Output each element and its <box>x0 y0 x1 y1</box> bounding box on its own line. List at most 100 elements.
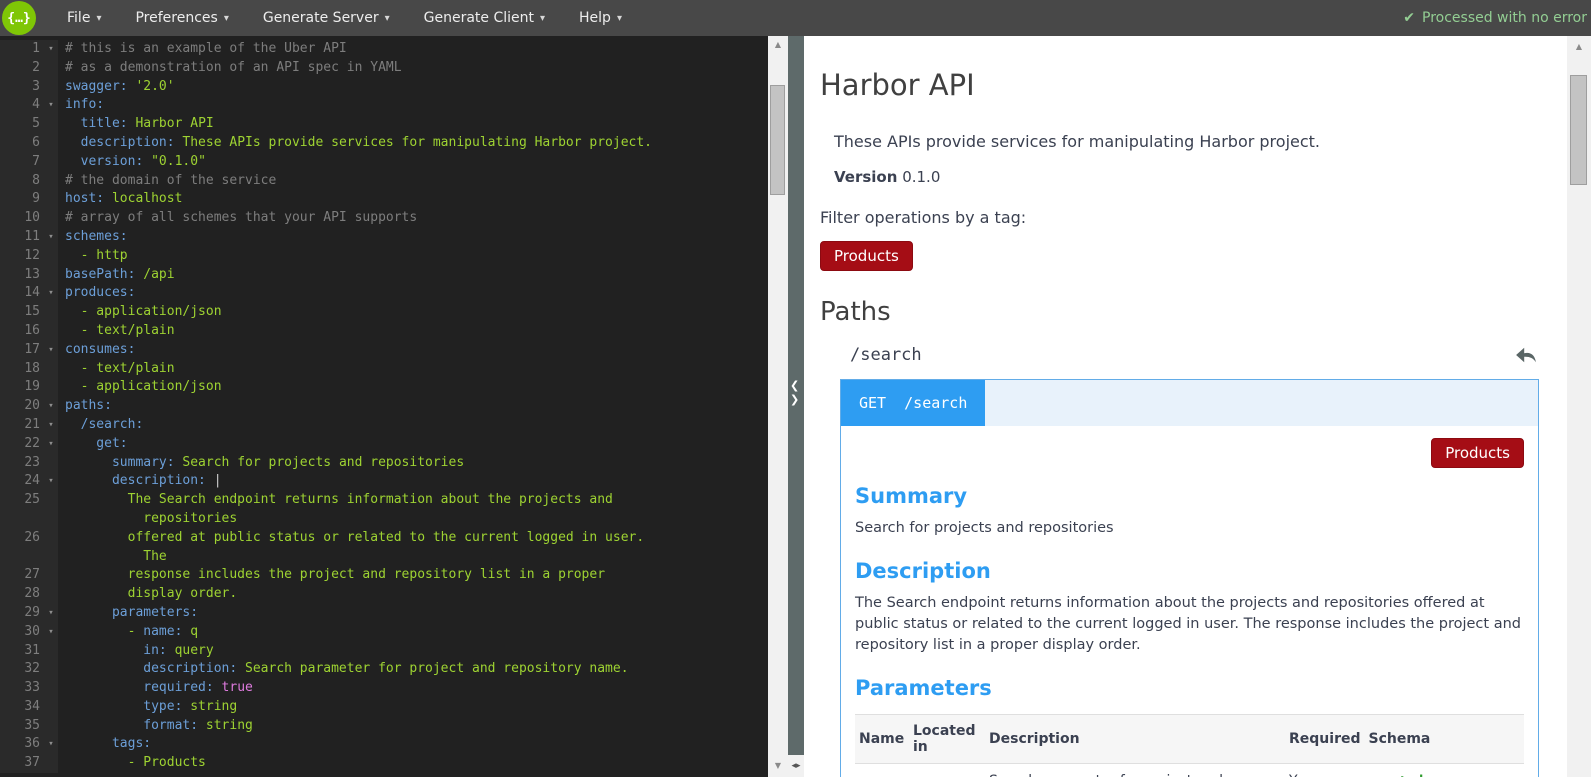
code-text: host: localhost <box>65 191 183 207</box>
fold-caret-icon[interactable]: ▾ <box>44 227 58 247</box>
editor-line[interactable]: 37 - Products <box>0 754 768 774</box>
fold-caret-icon[interactable]: ▾ <box>44 96 58 116</box>
editor-line[interactable]: 7 version: "0.1.0" <box>0 152 768 172</box>
code-text: display order. <box>65 586 238 602</box>
code-text: summary: Search for projects and reposit… <box>65 454 465 470</box>
editor-line[interactable]: 25 The Search endpoint returns informati… <box>0 491 768 510</box>
editor-line[interactable]: 21 ▾ /search: <box>0 415 768 435</box>
editor-line[interactable]: 35 format: string <box>0 716 768 736</box>
fold-caret-icon[interactable]: ▾ <box>44 603 58 623</box>
main-menu: File ▾ Preferences ▾ Generate Server ▾ Generat… <box>50 0 639 36</box>
docs-scrollbar[interactable]: ▲ <box>1567 36 1591 777</box>
editor-line[interactable]: 9 host: localhost <box>0 190 768 210</box>
collapse-left-icon[interactable]: ❮ <box>790 380 799 392</box>
editor-line[interactable]: 28 display order. <box>0 585 768 604</box>
code-text: The Search endpoint returns information … <box>65 492 613 508</box>
code-text: basePath: /api <box>65 266 175 282</box>
horizontal-resize-icon[interactable]: ◂▸ <box>788 755 804 777</box>
docs-scrollbar-thumb[interactable] <box>1570 75 1587 185</box>
fold-caret-icon[interactable]: ▾ <box>44 735 58 755</box>
code-text: paths: <box>65 398 112 414</box>
fold-caret-placeholder <box>44 77 58 97</box>
fold-caret-icon[interactable]: ▾ <box>44 472 58 492</box>
fold-caret-icon[interactable]: ▾ <box>44 284 58 304</box>
fold-caret-icon[interactable]: ▾ <box>44 434 58 454</box>
code-text: - http <box>65 247 128 263</box>
editor-line[interactable]: 8 # the domain of the service <box>0 171 768 191</box>
editor-line[interactable]: 32 description: Search parameter for pro… <box>0 660 768 680</box>
fold-caret-icon[interactable]: ▾ <box>44 415 58 435</box>
editor-line[interactable]: 27 response includes the project and rep… <box>0 566 768 586</box>
line-number: 35 <box>0 716 44 736</box>
menu-generate-server[interactable]: Generate Server ▾ <box>246 0 407 36</box>
fold-caret-icon[interactable]: ▾ <box>44 340 58 360</box>
menu-bar: {…} File ▾ Preferences ▾ Generate Server ▾ Gen… <box>0 0 1591 36</box>
path-row[interactable]: /search <box>850 345 1537 365</box>
editor-line[interactable]: repositories <box>0 509 768 529</box>
operation-method-tab[interactable]: GET /search <box>841 380 986 426</box>
reply-arrow-icon[interactable] <box>1515 346 1537 364</box>
editor-line[interactable]: 1 ▾ # this is an example of the Uber API <box>0 40 768 59</box>
scroll-up-icon[interactable]: ▲ <box>1567 40 1591 54</box>
line-number: 24 <box>0 472 44 492</box>
editor-line[interactable]: 22 ▾ get: <box>0 434 768 454</box>
editor-line[interactable]: 14 ▾ produces: <box>0 284 768 304</box>
menu-file[interactable]: File ▾ <box>50 0 118 36</box>
editor-line[interactable]: 30 ▾ - name: q <box>0 622 768 642</box>
editor-line[interactable]: 26 offered at public status or related t… <box>0 528 768 548</box>
menu-preferences[interactable]: Preferences ▾ <box>118 0 245 36</box>
fold-caret-placeholder <box>44 566 58 586</box>
editor-line[interactable]: 19 - application/json <box>0 378 768 398</box>
editor-line[interactable]: 16 - text/plain <box>0 321 768 341</box>
editor-line[interactable]: 6 description: These APIs provide servic… <box>0 133 768 153</box>
editor-line[interactable]: 20 ▾ paths: <box>0 397 768 416</box>
editor-line[interactable]: 5 title: Harbor API <box>0 115 768 134</box>
operation-header[interactable]: GET /search <box>841 380 1538 426</box>
menu-help[interactable]: Help ▾ <box>562 0 639 36</box>
editor-line[interactable]: 29 ▾ parameters: <box>0 603 768 623</box>
scroll-down-icon[interactable]: ▼ <box>768 759 788 773</box>
line-number: 2 <box>0 58 44 78</box>
editor-line[interactable]: 12 - http <box>0 246 768 266</box>
editor-line[interactable]: 13 basePath: /api <box>0 265 768 285</box>
editor-line[interactable]: 33 required: true <box>0 679 768 698</box>
operation-tag-button[interactable]: Products <box>1431 438 1524 468</box>
fold-caret-icon[interactable]: ▾ <box>44 397 58 416</box>
editor-line[interactable]: 17 ▾ consumes: <box>0 340 768 360</box>
fold-caret-icon[interactable]: ▾ <box>44 40 58 59</box>
code-text: info: <box>65 97 105 113</box>
editor-line[interactable]: The <box>0 547 768 567</box>
line-number: 32 <box>0 660 44 680</box>
pane-splitter[interactable]: ❮ ❯ <box>788 36 804 755</box>
line-number: 20 <box>0 397 44 416</box>
editor-line[interactable]: 18 - text/plain <box>0 359 768 379</box>
summary-text: Search for projects and repositories <box>855 520 1114 536</box>
code-text: The <box>65 548 167 564</box>
editor-line[interactable]: 31 in: query <box>0 641 768 661</box>
editor-line[interactable]: 2 # as a demonstration of an API spec in … <box>0 58 768 78</box>
fold-caret-icon[interactable]: ▾ <box>44 622 58 642</box>
param-col-header: Name <box>855 714 909 765</box>
path-name[interactable]: /search <box>850 345 922 365</box>
editor-line[interactable]: 24 ▾ description: | <box>0 472 768 492</box>
editor-scrollbar[interactable]: ▲ ▼ <box>768 36 788 777</box>
editor-line[interactable]: 10 # array of all schemes that your API s… <box>0 209 768 228</box>
menu-generate-client[interactable]: Generate Client ▾ <box>407 0 562 36</box>
tag-filter-button[interactable]: Products <box>820 241 913 271</box>
yaml-editor[interactable]: 1 ▾ # this is an example of the Uber API 2 #… <box>0 36 768 777</box>
editor-line[interactable]: 4 ▾ info: <box>0 96 768 116</box>
collapse-right-icon[interactable]: ❯ <box>790 394 799 406</box>
description-heading: Description <box>855 559 991 584</box>
scroll-up-icon[interactable]: ▲ <box>768 38 788 52</box>
fold-caret-placeholder <box>44 152 58 172</box>
editor-line[interactable]: 34 type: string <box>0 697 768 717</box>
editor-line[interactable]: 15 - application/json <box>0 303 768 322</box>
editor-line[interactable]: 36 ▾ tags: <box>0 735 768 755</box>
editor-line[interactable]: 3 swagger: '2.0' <box>0 77 768 97</box>
line-number: 34 <box>0 697 44 717</box>
editor-line[interactable]: 23 summary: Search for projects and repo… <box>0 453 768 473</box>
code-text: # the domain of the service <box>65 172 277 188</box>
editor-scrollbar-thumb[interactable] <box>770 85 785 195</box>
line-number: 3 <box>0 77 44 97</box>
editor-line[interactable]: 11 ▾ schemes: <box>0 227 768 247</box>
